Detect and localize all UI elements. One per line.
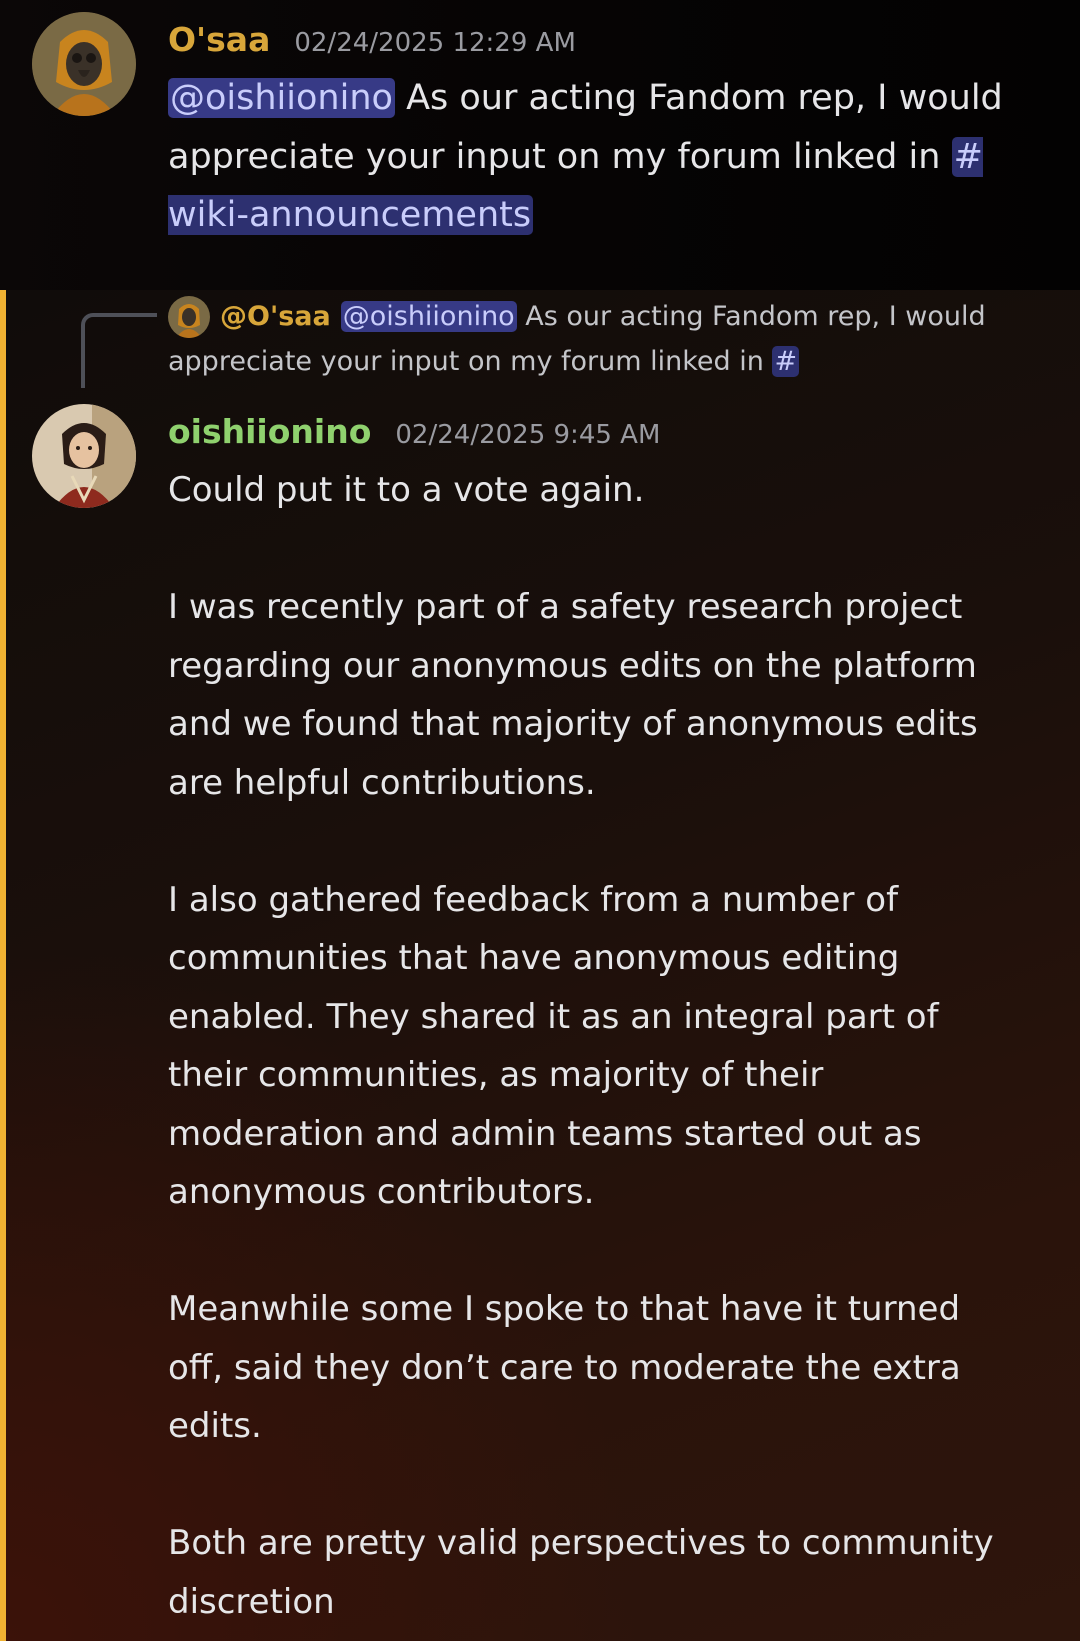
- message-line: discretion: [168, 1581, 335, 1622]
- message-line: communities that have anonymous editing: [168, 938, 900, 978]
- message-line: edits.: [168, 1406, 262, 1446]
- message-line: their communities, as majority of their: [168, 1055, 824, 1095]
- channel-hash: #: [953, 136, 983, 177]
- reply-channel-mention[interactable]: #: [772, 346, 800, 377]
- message-line: anonymous contributors.: [168, 1172, 595, 1212]
- message-line: regarding our anonymous edits on the pla…: [168, 645, 977, 686]
- message-line: I also gathered feedback from a number o…: [168, 879, 899, 920]
- message-timestamp: 02/24/2025 12:29 AM: [294, 28, 576, 58]
- reply-text-line1: As our acting Fandom rep, I would: [525, 301, 986, 332]
- author-name[interactable]: oishiionino: [168, 412, 371, 451]
- message-line: Could put it to a vote again.: [168, 470, 645, 510]
- reply-connector: [81, 313, 157, 388]
- message-line: off, said they don’t care to moderate th…: [168, 1347, 961, 1388]
- osaa-avatar[interactable]: [32, 12, 136, 116]
- message-osaa: O'saa 02/24/2025 12:29 AM @oishiionino A…: [0, 0, 1080, 290]
- oishiionino-avatar[interactable]: [32, 404, 136, 508]
- message-body: Could put it to a vote again. I was recen…: [168, 461, 1048, 1631]
- channel-name: wiki-announcements: [168, 195, 532, 235]
- message-line: and we found that majority of anonymous …: [168, 704, 978, 744]
- message-body: @oishiionino As our acting Fandom rep, I…: [168, 69, 1048, 245]
- user-mention[interactable]: @oishiionino: [168, 78, 395, 118]
- reply-author[interactable]: @O'saa: [220, 301, 331, 332]
- reply-text-line2: appreciate your input on my forum linked…: [168, 346, 764, 377]
- message-line: I was recently part of a safety research…: [168, 587, 963, 627]
- author-name[interactable]: O'saa: [168, 20, 270, 59]
- message-line: enabled. They shared it as an integral p…: [168, 996, 939, 1037]
- message-line: Both are pretty valid perspectives to co…: [168, 1523, 994, 1563]
- message-line: moderation and admin teams started out a…: [168, 1113, 922, 1154]
- message-line: Meanwhile some I spoke to that have it t…: [168, 1289, 961, 1329]
- reply-user-mention[interactable]: @oishiionino: [340, 301, 517, 332]
- message-timestamp: 02/24/2025 9:45 AM: [395, 420, 661, 450]
- message-line: are helpful contributions.: [168, 762, 596, 803]
- reply-reference[interactable]: @O'saa @oishiionino As our acting Fandom …: [168, 294, 1048, 384]
